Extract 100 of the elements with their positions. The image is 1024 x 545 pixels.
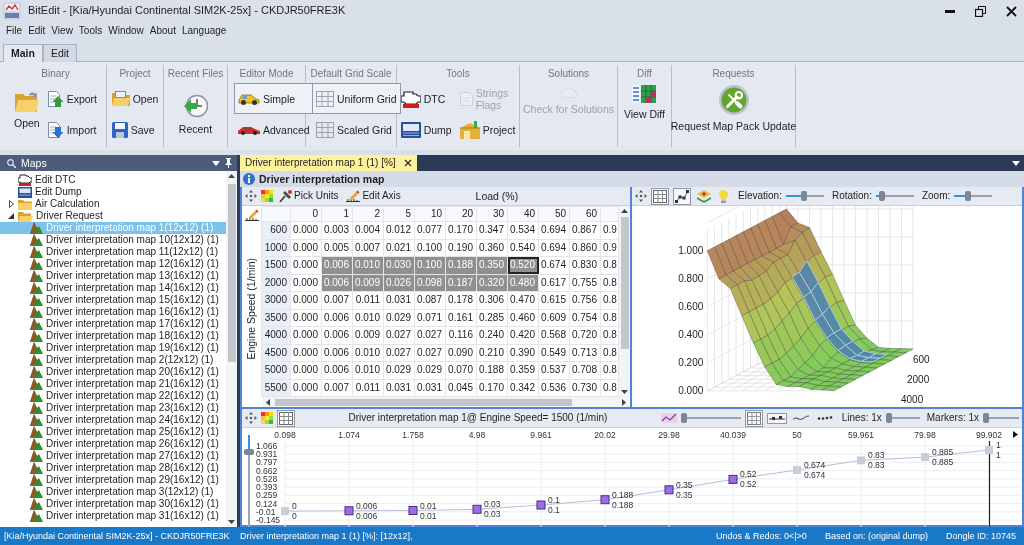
ribbon-button[interactable]: Project <box>456 118 519 141</box>
ribbon-button[interactable]: Uniform Grid <box>312 83 401 114</box>
table-cell[interactable]: 0.027 <box>383 344 415 362</box>
table-cell[interactable]: 0.000 <box>290 344 322 362</box>
ribbon-button[interactable]: Open <box>108 89 162 108</box>
minimize-icon[interactable] <box>945 9 955 13</box>
slider-thumb[interactable] <box>878 191 885 201</box>
table-cell[interactable]: 0.9 <box>600 221 619 239</box>
ribbon-button[interactable]: Simple <box>234 83 314 114</box>
table-cell[interactable]: 0.000 <box>290 379 322 397</box>
tree-item[interactable]: Driver interpretation map 20(16x12) (1) <box>0 366 226 378</box>
table-cell[interactable]: 0.390 <box>507 344 539 362</box>
table-cell[interactable]: 0.190 <box>445 239 477 257</box>
menu-item[interactable]: View <box>48 25 76 37</box>
data-point[interactable] <box>344 506 354 516</box>
tree-item[interactable]: Driver interpretation map 14(16x12) (1) <box>0 282 226 294</box>
table-cell[interactable]: 0.609 <box>538 309 570 327</box>
toolbar-button[interactable]: Edit Axis <box>344 189 403 203</box>
tree-item[interactable]: Driver interpretation map 22(16x12) (1) <box>0 390 226 402</box>
table-cell[interactable]: 0.010 <box>352 361 384 379</box>
arrow-down-icon[interactable] <box>228 520 235 524</box>
table-cell[interactable]: 0.240 <box>476 326 508 344</box>
color-grid-icon[interactable] <box>261 412 273 424</box>
table-cell[interactable]: 0.012 <box>383 221 415 239</box>
tree-item[interactable]: Driver interpretation map 28(16x12) (1) <box>0 462 226 474</box>
table-cell[interactable]: 0.007 <box>321 379 353 397</box>
table-cell[interactable]: 0.029 <box>414 361 446 379</box>
table-cell[interactable]: 0.534 <box>507 221 539 239</box>
data-point[interactable] <box>408 506 418 515</box>
scrollbar[interactable] <box>226 171 237 527</box>
tree-item[interactable]: Driver interpretation map 23(16x12) (1) <box>0 402 226 414</box>
table-cell[interactable]: 0.8 <box>600 309 619 327</box>
table-cell[interactable]: 0.8 <box>600 256 619 274</box>
tree-item[interactable]: Driver interpretation map 19(16x12) (1) <box>0 342 226 354</box>
table-cell[interactable]: 0.8 <box>600 291 619 309</box>
scrollbar[interactable] <box>263 397 629 407</box>
table-cell[interactable]: 0.720 <box>569 326 601 344</box>
table-cell[interactable]: 0.470 <box>507 291 539 309</box>
slider-thumb[interactable] <box>800 191 807 201</box>
ribbon-button[interactable]: Export <box>44 88 100 109</box>
table-cell[interactable]: 0.170 <box>476 379 508 397</box>
tree-item[interactable]: Driver interpretation map 24(16x12) (1) <box>0 414 226 426</box>
color-grid-icon[interactable] <box>261 190 273 202</box>
table-cell[interactable]: 0.285 <box>476 309 508 327</box>
table-cell[interactable]: 0.867 <box>569 221 601 239</box>
search-icon[interactable] <box>7 158 16 168</box>
tree-item[interactable]: Edit DTC <box>0 174 226 186</box>
toggle-button[interactable] <box>695 187 713 205</box>
tree-item[interactable]: Driver interpretation map 30(16x12) (1) <box>0 498 226 510</box>
table-cell[interactable]: 0.210 <box>476 344 508 362</box>
tree-item[interactable]: Driver interpretation map 16(16x12) (1) <box>0 306 226 318</box>
table-cell[interactable]: 0.860 <box>569 239 601 257</box>
table-cell[interactable]: 0.161 <box>445 309 477 327</box>
table-cell[interactable]: 0.549 <box>538 344 570 362</box>
table-cell[interactable]: 0.021 <box>383 239 415 257</box>
menu-item[interactable]: About <box>146 25 179 37</box>
menu-item[interactable]: File <box>3 25 26 37</box>
data-point[interactable] <box>664 485 674 495</box>
tree-item[interactable]: Driver interpretation map 27(16x12) (1) <box>0 450 226 462</box>
table-cell[interactable]: 0.010 <box>352 344 384 362</box>
arrow-right-icon[interactable] <box>622 398 626 406</box>
dropdown-icon[interactable] <box>212 160 220 166</box>
table-cell[interactable]: 0.536 <box>538 379 570 397</box>
slider-track[interactable] <box>680 412 741 424</box>
tree-item[interactable]: Air Calculation <box>0 198 226 210</box>
table-cell[interactable]: 0.360 <box>476 239 508 257</box>
table-cell[interactable]: 0.694 <box>538 239 570 257</box>
arrow-left-icon[interactable] <box>266 398 270 406</box>
table-cell[interactable]: 0.087 <box>414 291 446 309</box>
slider-thumb[interactable] <box>885 413 892 423</box>
table-cell[interactable]: 0.568 <box>538 326 570 344</box>
caret-right-icon[interactable] <box>8 200 14 208</box>
toggle-button[interactable] <box>766 412 787 424</box>
data-point[interactable] <box>728 474 738 484</box>
scrollbar-thumb[interactable] <box>227 184 236 362</box>
tree-item[interactable]: Driver interpretation map 2(12x12) (1) <box>0 354 226 366</box>
tree-item[interactable]: Driver interpretation map 3(12x12) (1) <box>0 486 226 498</box>
ribbon-tab[interactable]: Edit <box>42 44 77 62</box>
table-cell[interactable]: 0.359 <box>507 361 539 379</box>
slider-thumb[interactable] <box>680 413 687 423</box>
scrollbar-thumb[interactable] <box>620 217 629 349</box>
table-cell[interactable]: 0.011 <box>352 291 384 309</box>
table-cell[interactable]: 0.830 <box>569 256 601 274</box>
table-cell[interactable]: 0.009 <box>352 326 384 344</box>
data-point[interactable] <box>536 500 546 510</box>
table-cell[interactable]: 0.005 <box>321 239 353 257</box>
slider-thumb[interactable] <box>965 191 972 201</box>
slider-thumb[interactable] <box>983 413 989 423</box>
data-point[interactable] <box>472 504 482 514</box>
tree-item[interactable]: Driver interpretation map 29(16x12) (1) <box>0 474 226 486</box>
table-cell[interactable]: 0.756 <box>569 291 601 309</box>
table-cell[interactable]: 0.006 <box>321 361 353 379</box>
table-cell[interactable]: 0.347 <box>476 221 508 239</box>
slider-thumb[interactable] <box>244 449 254 455</box>
table-cell[interactable]: 0.031 <box>383 379 415 397</box>
table-cell[interactable]: 0.8 <box>600 326 619 344</box>
table-cell[interactable]: 0.027 <box>414 344 446 362</box>
table-cell[interactable]: 0.730 <box>569 379 601 397</box>
table-cell[interactable]: 0.029 <box>383 309 415 327</box>
table-cell[interactable]: 0.031 <box>414 379 446 397</box>
